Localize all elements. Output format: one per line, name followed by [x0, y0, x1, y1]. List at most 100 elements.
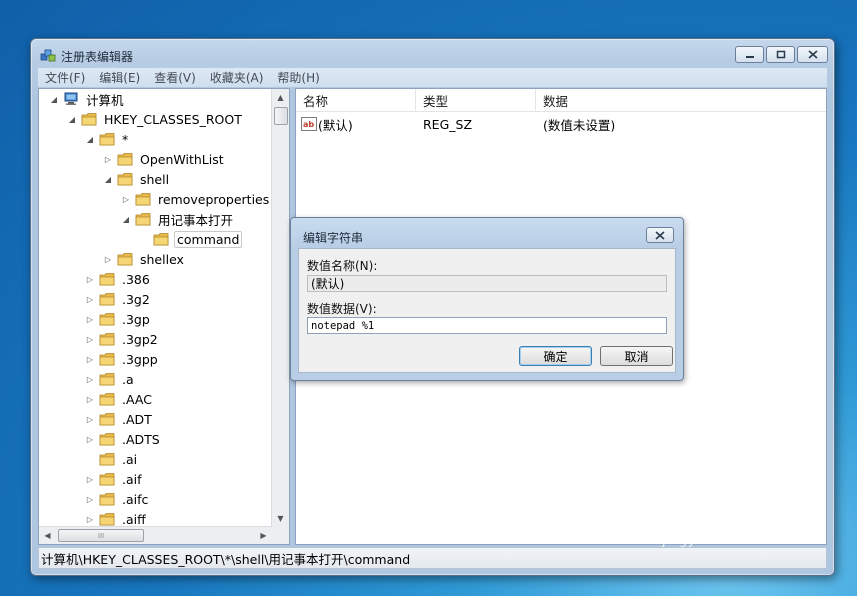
- collapse-arrow-icon[interactable]: ◢: [121, 215, 131, 224]
- expand-arrow-icon[interactable]: ▷: [121, 195, 131, 204]
- tree-horizontal-scrollbar[interactable]: ◀ III ▶: [39, 526, 272, 544]
- tree-node[interactable]: ▷ .3gp2: [85, 329, 160, 349]
- watermark-logo: Baidu: [662, 502, 754, 537]
- expand-arrow-icon[interactable]: ▷: [85, 355, 95, 364]
- tree-horizontal-scroll-thumb[interactable]: III: [58, 529, 144, 542]
- tree-node[interactable]: ▷ .386: [85, 269, 152, 289]
- value-name-field: (默认): [307, 275, 667, 292]
- scroll-up-arrow-icon[interactable]: ▲: [272, 89, 289, 106]
- tree-node-label: .AAC: [122, 391, 152, 407]
- folder-icon: [99, 333, 115, 346]
- caption-buttons: [735, 46, 828, 63]
- column-header-name[interactable]: 名称: [296, 89, 416, 111]
- value-data-input[interactable]: notepad %1: [307, 317, 667, 334]
- tree-node[interactable]: ▷ OpenWithList: [103, 149, 226, 169]
- cancel-button[interactable]: 取消: [600, 346, 673, 366]
- ok-button[interactable]: 确定: [519, 346, 592, 366]
- tree-node[interactable]: ◢ 计算机: [49, 89, 126, 109]
- minimize-icon: [745, 55, 754, 58]
- tree-node[interactable]: ▷ .aif: [85, 469, 144, 489]
- close-icon: [655, 230, 665, 240]
- expand-arrow-icon[interactable]: ▷: [85, 375, 95, 384]
- folder-icon: [99, 413, 115, 426]
- expand-arrow-icon[interactable]: ▷: [85, 335, 95, 344]
- string-value-icon: ab: [301, 117, 317, 131]
- tree-node-label: .3g2: [122, 291, 150, 307]
- tree-node[interactable]: ▷ .a: [85, 369, 136, 389]
- baidu-jingyan-watermark: Baidu经验 jingyan.baidu.com: [662, 498, 809, 548]
- dialog-close-button[interactable]: [646, 227, 674, 243]
- tree-node-label: removeproperties: [158, 191, 270, 207]
- tree-node[interactable]: ▷ .aiff: [85, 509, 148, 527]
- expand-arrow-icon[interactable]: ▷: [85, 475, 95, 484]
- tree-node[interactable]: ◢ *: [85, 129, 130, 149]
- tree-vertical-scroll-thumb[interactable]: [274, 107, 288, 125]
- menu-item[interactable]: 收藏夹(A): [203, 69, 271, 86]
- close-button[interactable]: [797, 46, 828, 63]
- folder-icon: [99, 273, 115, 286]
- collapse-arrow-icon[interactable]: ◢: [103, 175, 113, 184]
- folder-icon: [99, 133, 115, 146]
- tree-node-label: 用记事本打开: [158, 212, 234, 228]
- expand-arrow-icon[interactable]: ▷: [103, 155, 113, 164]
- list-item[interactable]: ab (默认) REG_SZ (数值未设置): [296, 114, 736, 134]
- tree-node[interactable]: command: [139, 229, 243, 249]
- tree-node[interactable]: ▷ .aifc: [85, 489, 150, 509]
- expand-arrow-icon[interactable]: ▷: [85, 415, 95, 424]
- tree-node[interactable]: ◢ HKEY_CLASSES_ROOT: [67, 109, 244, 129]
- expand-arrow-icon[interactable]: ▷: [85, 395, 95, 404]
- dialog-title: 编辑字符串: [303, 231, 364, 245]
- tree-node[interactable]: ▷ shellex: [103, 249, 186, 269]
- folder-icon: [99, 353, 115, 366]
- minimize-button[interactable]: [735, 46, 764, 63]
- folder-icon: [99, 293, 115, 306]
- folder-icon: [81, 113, 97, 126]
- tree-node[interactable]: ◢ shell: [103, 169, 171, 189]
- expand-arrow-icon[interactable]: ▷: [85, 495, 95, 504]
- tree-node[interactable]: ▷ .3gp: [85, 309, 152, 329]
- tree-node-label: .aiff: [122, 511, 146, 527]
- folder-icon: [99, 453, 115, 466]
- scroll-left-arrow-icon[interactable]: ◀: [39, 527, 56, 544]
- scroll-down-arrow-icon[interactable]: ▼: [272, 510, 289, 527]
- tree-node-label: .ADTS: [122, 431, 160, 447]
- tree-node[interactable]: ▷ removeproperties: [121, 189, 271, 209]
- expand-arrow-icon[interactable]: ▷: [85, 435, 95, 444]
- column-header-type[interactable]: 类型: [416, 89, 536, 111]
- expand-arrow-icon[interactable]: ▷: [85, 295, 95, 304]
- menu-item[interactable]: 帮助(H): [270, 69, 326, 86]
- scroll-right-arrow-icon[interactable]: ▶: [255, 527, 272, 544]
- watermark-logo-cn: 经验: [755, 505, 810, 536]
- collapse-arrow-icon[interactable]: ◢: [85, 135, 95, 144]
- tree-node-label: shell: [140, 171, 170, 187]
- tree-vertical-scrollbar[interactable]: ▲ ▼: [271, 89, 289, 527]
- collapse-arrow-icon[interactable]: ◢: [67, 115, 77, 124]
- tree-node[interactable]: ▷ .ADT: [85, 409, 154, 429]
- tree-node[interactable]: ▷ .AAC: [85, 389, 154, 409]
- svg-text:ab: ab: [303, 120, 314, 129]
- menu-item[interactable]: 文件(F): [38, 69, 92, 86]
- folder-icon: [117, 153, 133, 166]
- expand-arrow-icon[interactable]: ▷: [103, 255, 113, 264]
- column-header-data[interactable]: 数据: [536, 89, 826, 111]
- menu-item[interactable]: 编辑(E): [92, 69, 147, 86]
- list-header: 名称 类型 数据: [296, 89, 826, 112]
- tree-node[interactable]: .ai: [85, 449, 139, 469]
- title-bar[interactable]: 注册表编辑器: [31, 39, 834, 69]
- registry-tree[interactable]: ◢ 计算机 ◢ HKEY_CLASSES_ROOT ◢ * ▷ OpenWithList ◢ sh…: [38, 88, 290, 545]
- tree-node-label: .a: [122, 371, 134, 387]
- tree-node[interactable]: ▷ .3g2: [85, 289, 152, 309]
- tree-node[interactable]: ▷ .ADTS: [85, 429, 162, 449]
- expand-arrow-icon[interactable]: ▷: [85, 315, 95, 324]
- collapse-arrow-icon[interactable]: ◢: [49, 95, 59, 104]
- value-name-label: 数值名称(N):: [307, 259, 378, 273]
- menu-item[interactable]: 查看(V): [147, 69, 203, 86]
- tree-node-label: OpenWithList: [140, 151, 224, 167]
- tree-node[interactable]: ▷ .3gpp: [85, 349, 160, 369]
- tree-node[interactable]: ◢ 用记事本打开: [121, 209, 235, 229]
- value-type: REG_SZ: [423, 116, 473, 132]
- value-name: (默认): [318, 117, 353, 133]
- expand-arrow-icon[interactable]: ▷: [85, 515, 95, 524]
- maximize-button[interactable]: [766, 46, 795, 63]
- expand-arrow-icon[interactable]: ▷: [85, 275, 95, 284]
